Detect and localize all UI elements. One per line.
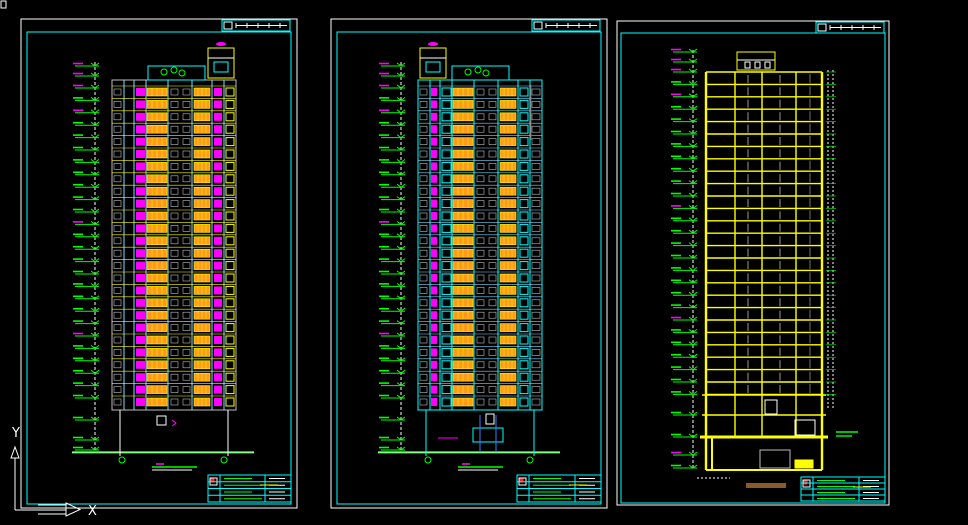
balcony-panel bbox=[136, 112, 145, 121]
balcony-panel bbox=[136, 286, 145, 295]
roof-mark bbox=[428, 42, 438, 46]
balcony-panel bbox=[214, 323, 222, 332]
balcony-panel bbox=[214, 261, 222, 270]
balcony-panel bbox=[431, 249, 437, 258]
balcony-panel bbox=[136, 311, 145, 320]
balcony-panel bbox=[214, 88, 222, 96]
balcony-panel bbox=[214, 199, 222, 208]
balcony-panel bbox=[214, 150, 222, 158]
balcony-panel bbox=[136, 373, 145, 382]
balcony-panel bbox=[136, 348, 145, 357]
basement-fill bbox=[794, 459, 814, 469]
balcony-panel bbox=[214, 162, 222, 171]
balcony-panel bbox=[136, 298, 145, 307]
balcony-panel bbox=[431, 112, 437, 121]
balcony-panel bbox=[431, 224, 437, 233]
balcony-panel bbox=[136, 125, 145, 134]
balcony-panel bbox=[136, 398, 145, 406]
balcony-panel bbox=[214, 274, 222, 282]
balcony-panel bbox=[431, 286, 437, 295]
balcony-panel bbox=[431, 162, 437, 171]
balcony-panel bbox=[136, 187, 145, 196]
balcony-panel bbox=[431, 261, 437, 270]
balcony-panel bbox=[214, 224, 222, 233]
balcony-panel bbox=[214, 336, 222, 344]
balcony-panel bbox=[136, 88, 145, 96]
balcony-panel bbox=[431, 212, 437, 220]
balcony-panel bbox=[136, 174, 145, 183]
balcony-panel bbox=[136, 385, 145, 394]
balcony-panel bbox=[136, 212, 145, 220]
balcony-panel bbox=[136, 360, 145, 369]
balcony-panel bbox=[431, 274, 437, 282]
balcony-panel bbox=[214, 174, 222, 183]
balcony-panel bbox=[136, 199, 145, 208]
balcony-panel bbox=[431, 174, 437, 183]
balcony-panel bbox=[431, 199, 437, 208]
balcony-panel bbox=[431, 398, 437, 406]
ucs-y-label: Y bbox=[11, 426, 20, 441]
balcony-panel bbox=[136, 261, 145, 270]
section-label-bar bbox=[746, 483, 786, 488]
balcony-panel bbox=[431, 236, 437, 245]
balcony-panel bbox=[214, 385, 222, 394]
balcony-panel bbox=[431, 187, 437, 196]
balcony-panel bbox=[214, 125, 222, 134]
balcony-panel bbox=[431, 150, 437, 158]
balcony-panel bbox=[136, 249, 145, 258]
balcony-panel bbox=[214, 249, 222, 258]
balcony-panel bbox=[214, 398, 222, 406]
balcony-panel bbox=[431, 311, 437, 320]
balcony-panel bbox=[214, 373, 222, 382]
balcony-panel bbox=[214, 137, 222, 146]
balcony-panel bbox=[136, 150, 145, 158]
balcony-panel bbox=[214, 212, 222, 220]
balcony-panel bbox=[431, 385, 437, 394]
roof-mark bbox=[216, 42, 226, 46]
balcony-panel bbox=[431, 137, 437, 146]
balcony-panel bbox=[214, 236, 222, 245]
balcony-panel bbox=[136, 274, 145, 282]
balcony-panel bbox=[214, 360, 222, 369]
balcony-panel bbox=[136, 100, 145, 109]
balcony-panel bbox=[214, 187, 222, 196]
balcony-panel bbox=[431, 336, 437, 344]
balcony-panel bbox=[431, 348, 437, 357]
balcony-panel bbox=[431, 125, 437, 134]
balcony-panel bbox=[431, 373, 437, 382]
balcony-panel bbox=[431, 100, 437, 109]
balcony-panel bbox=[214, 348, 222, 357]
drawing-canvas[interactable]: Y X bbox=[0, 0, 968, 525]
balcony-panel bbox=[431, 323, 437, 332]
ucs-x-label: X bbox=[88, 504, 97, 519]
balcony-panel bbox=[214, 311, 222, 320]
balcony-panel bbox=[214, 286, 222, 295]
balcony-panel bbox=[136, 162, 145, 171]
balcony-panel bbox=[136, 323, 145, 332]
balcony-panel bbox=[136, 236, 145, 245]
balcony-panel bbox=[431, 298, 437, 307]
balcony-panel bbox=[214, 298, 222, 307]
balcony-panel bbox=[136, 224, 145, 233]
balcony-panel bbox=[214, 112, 222, 121]
balcony-panel bbox=[431, 360, 437, 369]
balcony-panel bbox=[136, 137, 145, 146]
balcony-panel bbox=[214, 100, 222, 109]
balcony-panel bbox=[136, 336, 145, 344]
balcony-panel bbox=[431, 88, 437, 96]
